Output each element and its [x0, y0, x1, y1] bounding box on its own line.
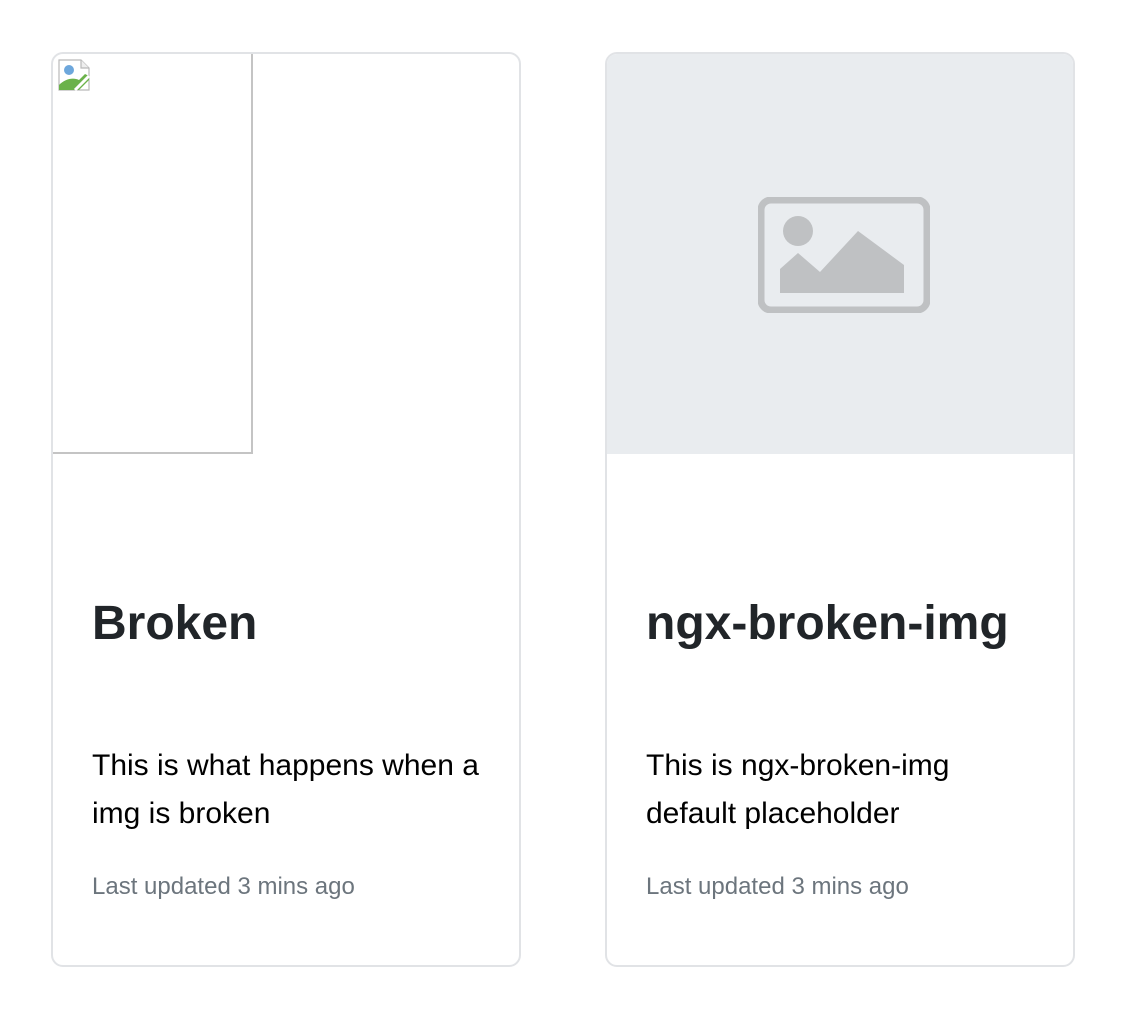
broken-image: [53, 54, 253, 454]
image-placeholder-icon: [758, 197, 930, 313]
card-title: ngx-broken-img: [646, 597, 1009, 650]
image-placeholder: [607, 54, 1073, 454]
card-text: This is ngx-broken-img default placehold…: [646, 749, 950, 830]
last-updated-text: Last updated 3 mins ago: [646, 873, 909, 900]
card-broken: Broken This is what happens when a img i…: [51, 52, 521, 967]
card-title: Broken: [92, 597, 258, 650]
broken-image-icon: [58, 59, 91, 91]
card-ngx-broken-img: ngx-broken-img This is ngx-broken-img de…: [605, 52, 1075, 967]
card-text: This is what happens when a img is broke…: [92, 749, 479, 830]
last-updated-text: Last updated 3 mins ago: [92, 873, 355, 900]
